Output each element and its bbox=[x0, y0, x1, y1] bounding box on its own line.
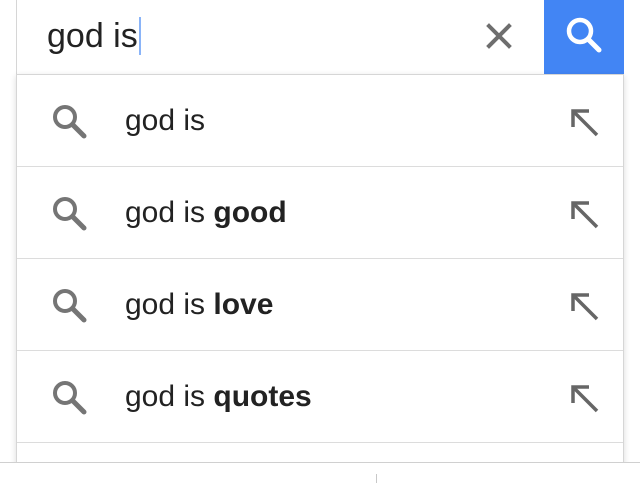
suggestion-item[interactable]: god is bbox=[17, 75, 623, 167]
suggestion-prefix: god is bbox=[125, 380, 214, 413]
search-icon bbox=[51, 379, 89, 417]
search-input[interactable]: god is bbox=[47, 14, 141, 58]
divider bbox=[376, 474, 377, 483]
suggestion-completion: love bbox=[213, 288, 274, 321]
suggestion-label: god is quotes bbox=[125, 377, 312, 417]
arrow-up-left-icon[interactable] bbox=[565, 379, 603, 417]
arrow-up-left-icon[interactable] bbox=[565, 103, 603, 141]
suggestion-prefix: god is bbox=[125, 288, 214, 321]
search-box[interactable]: god is bbox=[16, 0, 624, 74]
suggestion-item[interactable]: god is love bbox=[17, 259, 623, 351]
page: god is god is god is good god is love go… bbox=[0, 0, 640, 483]
suggestion-label: god is bbox=[125, 101, 205, 141]
suggestion-item[interactable]: god is quotes bbox=[17, 351, 623, 443]
suggestion-prefix: god is bbox=[125, 104, 206, 137]
suggestion-item[interactable]: god is good bbox=[17, 167, 623, 259]
text-cursor bbox=[138, 17, 141, 55]
clear-button[interactable] bbox=[479, 18, 519, 58]
suggestion-prefix: god is bbox=[125, 196, 214, 229]
search-icon bbox=[51, 195, 89, 233]
arrow-up-left-icon[interactable] bbox=[565, 195, 603, 233]
suggestion-label: god is good bbox=[125, 193, 287, 233]
search-icon bbox=[51, 287, 89, 325]
bottom-bar bbox=[0, 462, 640, 483]
search-query-text: god is bbox=[47, 17, 138, 55]
suggestion-completion: quotes bbox=[213, 380, 312, 413]
arrow-up-left-icon[interactable] bbox=[565, 287, 603, 325]
suggestion-completion: good bbox=[213, 196, 287, 229]
close-icon bbox=[485, 22, 513, 55]
search-icon bbox=[564, 15, 604, 60]
suggestion-label: god is love bbox=[125, 285, 273, 325]
search-button[interactable] bbox=[544, 0, 624, 74]
suggestions-list: god is god is good god is love god is qu… bbox=[16, 74, 624, 483]
search-icon bbox=[51, 103, 89, 141]
